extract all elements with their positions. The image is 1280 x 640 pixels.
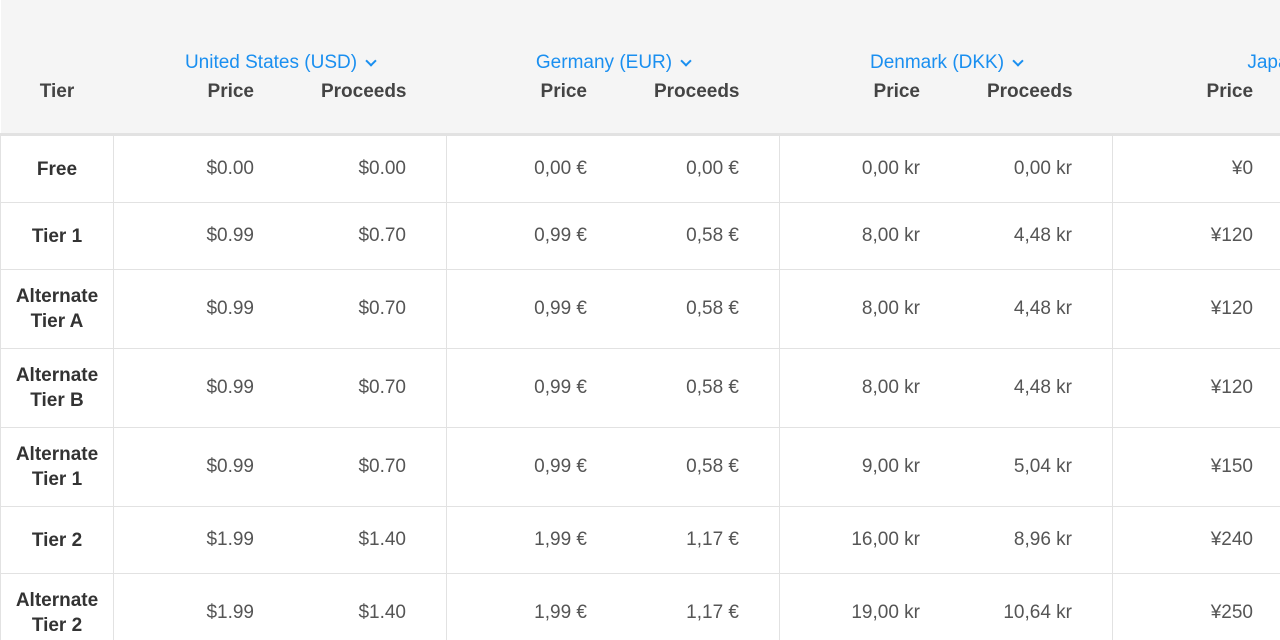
tier-header-spacer	[1, 0, 114, 81]
proceeds-column-header: Proceeds	[320, 81, 407, 102]
price-cell: 8,00 kr	[779, 269, 946, 349]
proceeds-cell: 0,00 kr	[946, 134, 1114, 203]
price-cell: $1.99	[113, 506, 280, 574]
price-cell: 8,00 kr	[779, 202, 946, 270]
price-cell: 8,00 kr	[779, 348, 946, 428]
price-cell: 0,00 kr	[779, 134, 946, 203]
price-cell: ¥150	[1112, 427, 1280, 507]
country-header-row: United States (USD) Germany (EUR) Denmar…	[0, 0, 1280, 81]
price-cell: $0.99	[113, 427, 280, 507]
chevron-down-icon	[680, 54, 692, 67]
price-cell: $0.99	[113, 202, 280, 270]
tier-name: Tier 2	[0, 506, 114, 574]
price-cell: ¥120	[1112, 202, 1280, 270]
proceeds-cell: 4,48 kr	[946, 269, 1114, 349]
price-cell: ¥120	[1112, 348, 1280, 428]
price-cell: 9,00 kr	[779, 427, 946, 507]
price-cell: 0,99 €	[446, 202, 613, 270]
proceeds-cell: 4,48 kr	[946, 202, 1114, 270]
table-row: Alternate Tier 1 $0.99 $0.70 0,99 €0,58 €9,…	[0, 427, 1280, 507]
proceeds-cell: $0.00	[280, 134, 447, 203]
country-header-jp: Japan (	[1113, 0, 1280, 81]
price-column-header: Price	[207, 81, 254, 102]
proceeds-cell: 1,17 €	[613, 573, 780, 640]
proceeds-cell: 0,58 €	[613, 427, 780, 507]
column-header-row: Tier Price Proceeds Price Proceeds Price…	[0, 81, 1280, 135]
proceeds-cell: $0.70	[280, 269, 447, 349]
proceeds-cell: 0,58 €	[613, 269, 780, 349]
country-selector-us[interactable]: United States (USD)	[184, 52, 377, 74]
table-row: Alternate Tier 2 $1.99 $1.40 1,99 €1,17 €19…	[0, 573, 1280, 640]
tier-rows: Free $0.00 $0.00 0,00 €0,00 €0,00 kr 0,00 kr…	[0, 134, 1280, 640]
price-cell: 19,00 kr	[779, 573, 946, 640]
price-cell: ¥0	[1112, 134, 1280, 203]
proceeds-cell: $1.40	[280, 573, 447, 640]
price-column-header: Price	[1206, 81, 1254, 102]
proceeds-cell: $0.70	[280, 427, 447, 507]
country-header-dk: Denmark (DKK)	[780, 0, 1113, 81]
price-tier-table: United States (USD) Germany (EUR) Denmar…	[0, 0, 1280, 640]
table-row: Alternate Tier A $0.99 $0.70 0,99 €0,58 €8,…	[0, 269, 1280, 349]
proceeds-cell: 0,58 €	[613, 348, 780, 428]
tier-name: Alternate Tier 1	[0, 427, 114, 507]
chevron-down-icon	[365, 54, 377, 67]
price-column-header: Price	[540, 81, 587, 102]
price-cell: ¥240	[1112, 506, 1280, 574]
country-label: United States (USD)	[184, 52, 358, 73]
tier-name: Alternate Tier 2	[0, 573, 114, 640]
country-label: Germany (EUR)	[535, 52, 673, 73]
tier-name: Tier 1	[0, 202, 114, 270]
price-cell: $0.00	[113, 134, 280, 203]
tier-name: Free	[0, 134, 114, 203]
proceeds-cell: 0,58 €	[613, 202, 780, 270]
proceeds-column-header: Proceeds	[653, 81, 740, 102]
price-cell: 1,99 €	[446, 506, 613, 574]
price-cell: $0.99	[113, 348, 280, 428]
proceeds-cell: 1,17 €	[613, 506, 780, 574]
proceeds-cell: $0.70	[280, 348, 447, 428]
price-cell: 0,99 €	[446, 269, 613, 349]
proceeds-cell: 4,48 kr	[946, 348, 1114, 428]
price-cell: 0,00 €	[446, 134, 613, 203]
price-cell: 0,99 €	[446, 427, 613, 507]
tier-name: Alternate Tier A	[0, 269, 114, 349]
table-row: Alternate Tier B $0.99 $0.70 0,99 €0,58 €8,…	[0, 348, 1280, 428]
chevron-down-icon	[1012, 54, 1024, 67]
table-row: Tier 1 $0.99 $0.70 0,99 €0,58 €8,00 kr 4,48 …	[0, 202, 1280, 270]
price-cell: $1.99	[113, 573, 280, 640]
price-cell: 0,99 €	[446, 348, 613, 428]
proceeds-cell: $0.70	[280, 202, 447, 270]
country-selector-jp[interactable]: Japan (	[1247, 52, 1280, 74]
country-label: Denmark (DKK)	[869, 52, 1005, 73]
price-cell: ¥120	[1112, 269, 1280, 349]
price-cell: $0.99	[113, 269, 280, 349]
price-cell: 16,00 kr	[779, 506, 946, 574]
tier-name: Alternate Tier B	[0, 348, 114, 428]
table-row: Free $0.00 $0.00 0,00 €0,00 €0,00 kr 0,00 kr…	[0, 134, 1280, 203]
proceeds-cell: 5,04 kr	[946, 427, 1114, 507]
proceeds-cell: 10,64 kr	[946, 573, 1114, 640]
table-row: Tier 2 $1.99 $1.40 1,99 €1,17 €16,00 kr 8,96…	[0, 506, 1280, 574]
price-cell: ¥250	[1112, 573, 1280, 640]
price-column-header: Price	[873, 81, 920, 102]
country-selector-dk[interactable]: Denmark (DKK)	[869, 52, 1024, 74]
pricing-matrix: United States (USD) Germany (EUR) Denmar…	[0, 0, 1280, 640]
country-header-de: Germany (EUR)	[447, 0, 780, 81]
proceeds-cell: 0,00 €	[613, 134, 780, 203]
country-label: Japan (	[1247, 52, 1280, 73]
country-selector-de[interactable]: Germany (EUR)	[535, 52, 692, 74]
proceeds-cell: $1.40	[280, 506, 447, 574]
country-header-us: United States (USD)	[114, 0, 447, 81]
proceeds-column-header: Proceeds	[986, 81, 1073, 102]
tier-column-header: Tier	[39, 81, 75, 102]
price-cell: 1,99 €	[446, 573, 613, 640]
proceeds-cell: 8,96 kr	[946, 506, 1114, 574]
